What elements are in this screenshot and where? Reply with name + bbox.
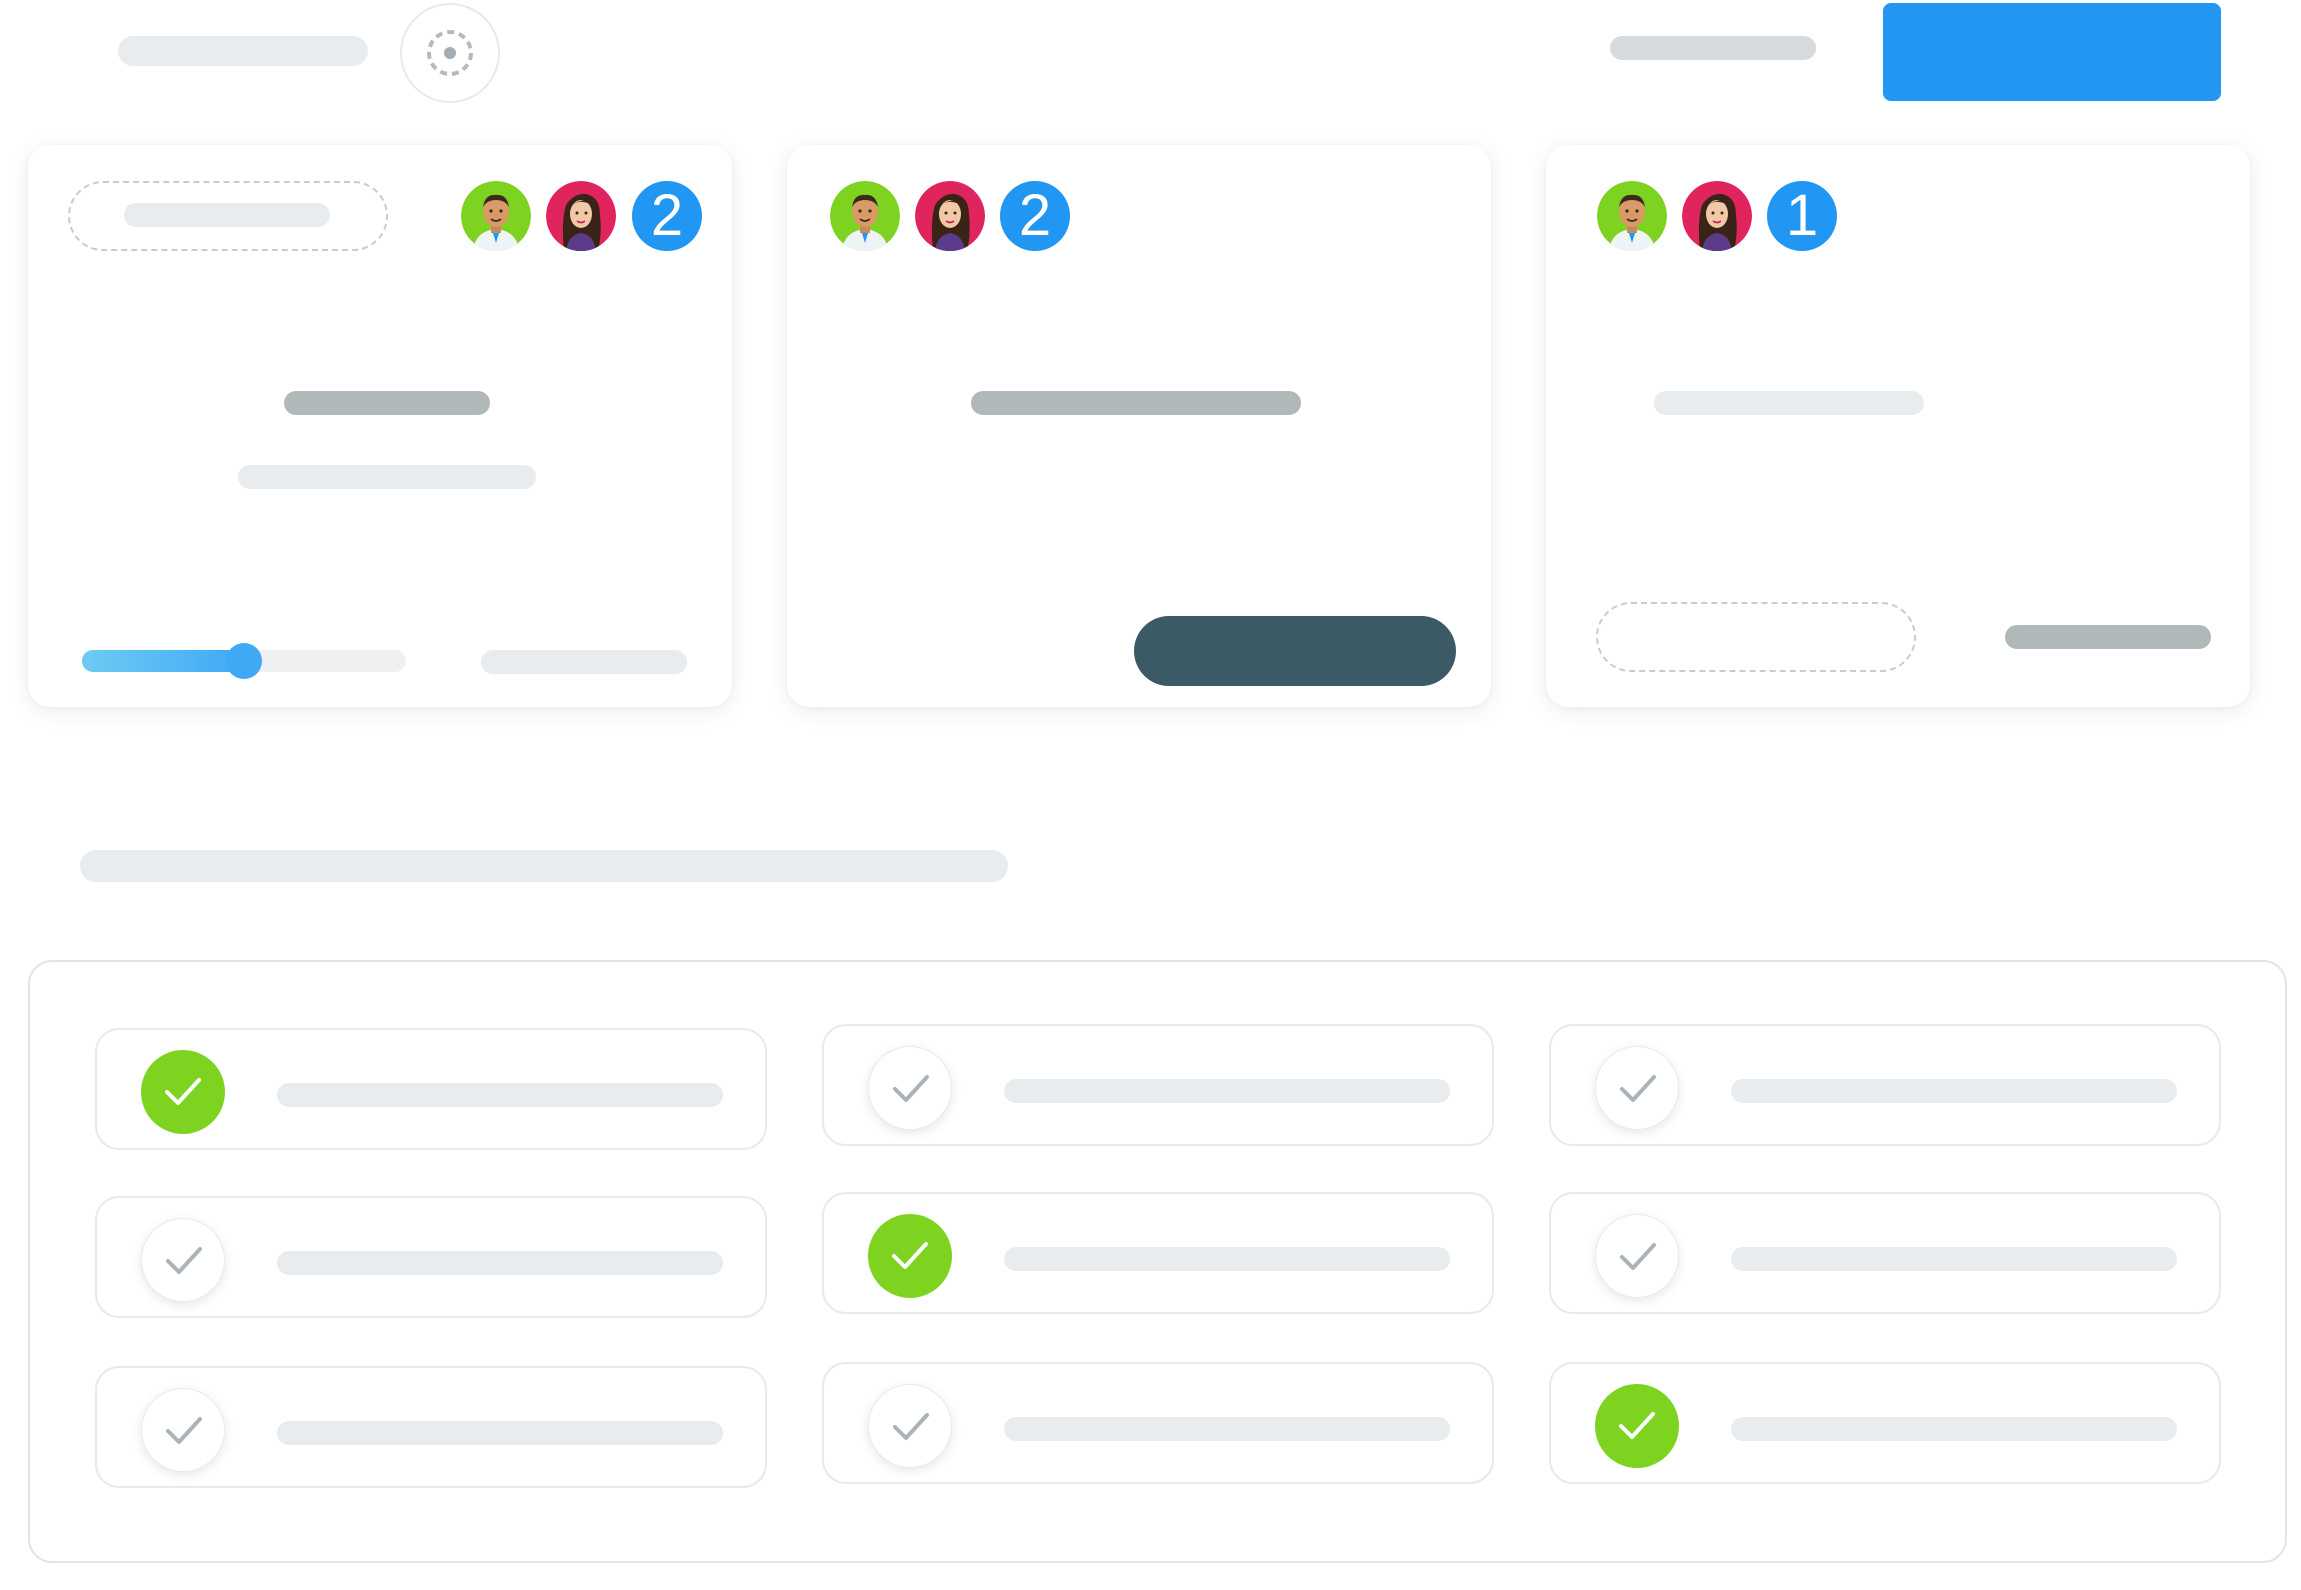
checkbox-checked[interactable] <box>868 1214 952 1298</box>
male-avatar-icon <box>830 181 900 251</box>
checklist-item-label-placeholder <box>1004 1079 1450 1103</box>
card-2-avatar-female <box>915 181 985 251</box>
check-icon <box>1620 1243 1656 1270</box>
card-1-tag-dashed[interactable] <box>68 181 388 251</box>
card-1-meta-placeholder <box>481 650 687 674</box>
checklist-item-label-placeholder <box>277 1421 723 1445</box>
checkbox-unchecked[interactable] <box>1595 1214 1679 1298</box>
card-1-count-badge: 2 <box>632 181 702 251</box>
card-2-action-button[interactable] <box>1134 616 1456 686</box>
checklist-item[interactable] <box>95 1366 767 1488</box>
female-avatar-icon <box>1682 181 1752 251</box>
check-icon <box>1619 1412 1655 1439</box>
card-2-count-badge: 2 <box>1000 181 1070 251</box>
card-3-title-placeholder <box>1654 391 1924 415</box>
card-3-tag-dashed[interactable] <box>1596 602 1916 672</box>
checklist-item-label-placeholder <box>1004 1417 1450 1441</box>
checklist-grid <box>30 962 2285 1561</box>
settings-button[interactable] <box>400 3 500 103</box>
checklist-item-label-placeholder <box>1731 1079 2177 1103</box>
check-icon <box>1620 1075 1656 1102</box>
check-icon <box>893 1075 929 1102</box>
card-1-slider-handle[interactable] <box>226 643 262 679</box>
card-1-progress-slider[interactable] <box>82 643 406 679</box>
checkbox-unchecked[interactable] <box>868 1384 952 1468</box>
card-2-avatar-male <box>830 181 900 251</box>
header-title-placeholder <box>118 36 368 66</box>
header-link-placeholder[interactable] <box>1610 36 1816 60</box>
card-1-title-placeholder <box>284 391 490 415</box>
checkbox-unchecked[interactable] <box>141 1218 225 1302</box>
card-3-count-badge: 1 <box>1767 181 1837 251</box>
checklist-item[interactable] <box>1549 1024 2221 1146</box>
check-icon <box>165 1078 201 1105</box>
female-avatar-icon <box>915 181 985 251</box>
card-2[interactable]: 2 <box>787 145 1491 707</box>
card-2-title-placeholder <box>971 391 1301 415</box>
card-1-tag-placeholder <box>124 203 330 227</box>
primary-action-button[interactable] <box>1883 3 2221 101</box>
checklist-item-label-placeholder <box>277 1083 723 1107</box>
male-avatar-icon <box>1597 181 1667 251</box>
checklist-item-label-placeholder <box>1731 1247 2177 1271</box>
checklist-item-label-placeholder <box>1004 1247 1450 1271</box>
female-avatar-icon <box>546 181 616 251</box>
card-3-avatar-female <box>1682 181 1752 251</box>
card-3-meta-placeholder <box>2005 625 2211 649</box>
card-1[interactable]: 2 <box>28 145 732 707</box>
check-icon <box>893 1413 929 1440</box>
card-1-slider-fill <box>82 650 244 672</box>
section-heading-placeholder <box>80 850 1008 882</box>
card-1-subtitle-placeholder <box>238 465 536 489</box>
checklist-item[interactable] <box>1549 1192 2221 1314</box>
checkbox-unchecked[interactable] <box>141 1388 225 1472</box>
card-1-avatar-female <box>546 181 616 251</box>
checkbox-checked[interactable] <box>141 1050 225 1134</box>
dashed-circle-target-icon <box>427 30 473 76</box>
checklist-item-label-placeholder <box>1731 1417 2177 1441</box>
checklist-panel <box>28 960 2287 1563</box>
card-1-avatar-male <box>461 181 531 251</box>
checkbox-unchecked[interactable] <box>1595 1046 1679 1130</box>
checklist-item[interactable] <box>822 1192 1494 1314</box>
checklist-item[interactable] <box>1549 1362 2221 1484</box>
card-3-avatar-male <box>1597 181 1667 251</box>
check-icon <box>892 1242 928 1269</box>
checklist-item-label-placeholder <box>277 1251 723 1275</box>
checkbox-unchecked[interactable] <box>868 1046 952 1130</box>
checklist-item[interactable] <box>95 1028 767 1150</box>
check-icon <box>166 1247 202 1274</box>
card-3[interactable]: 1 <box>1546 145 2250 707</box>
checkbox-checked[interactable] <box>1595 1384 1679 1468</box>
checklist-item[interactable] <box>822 1362 1494 1484</box>
checklist-item[interactable] <box>95 1196 767 1318</box>
check-icon <box>166 1417 202 1444</box>
male-avatar-icon <box>461 181 531 251</box>
checklist-item[interactable] <box>822 1024 1494 1146</box>
